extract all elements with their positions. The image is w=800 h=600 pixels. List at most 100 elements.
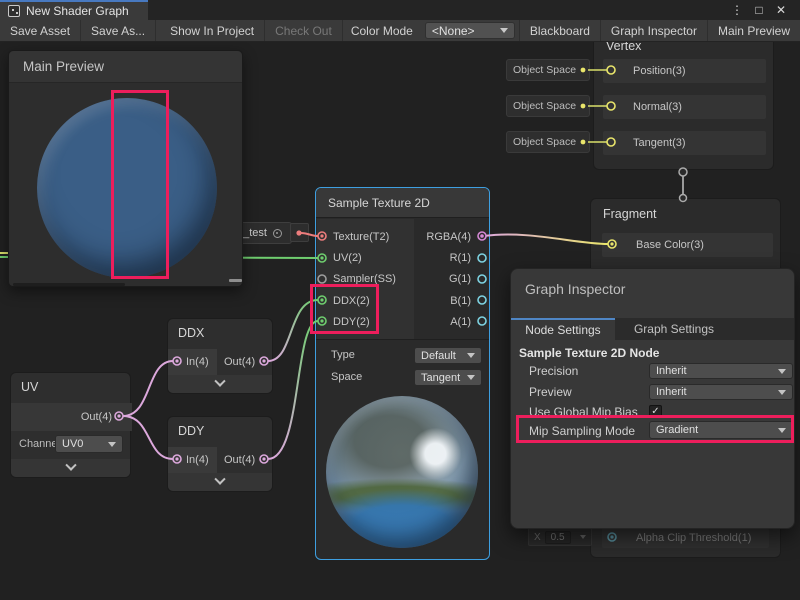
vertex-normal-label: Normal(3) (633, 101, 682, 113)
inspector-section-header: Sample Texture 2D Node (519, 346, 659, 360)
main-preview-toggle-button[interactable]: Main Preview (707, 20, 800, 41)
fragment-node-title: Fragment (591, 199, 780, 227)
st-output-b: B(1) (450, 295, 471, 307)
uv-out-label: Out(4) (81, 411, 112, 423)
preview-dropdown[interactable]: Inherit (649, 384, 793, 400)
vertex-node[interactable]: Vertex Position(3) Normal(3) Tangent(3) (593, 30, 774, 170)
preview-value: Inherit (656, 386, 687, 398)
main-preview-label: Main Preview (718, 24, 790, 38)
precision-dropdown[interactable]: Inherit (649, 363, 793, 379)
kebab-glyph: ⋮ (731, 3, 743, 17)
type-dropdown[interactable]: Default (414, 347, 482, 364)
chevron-down-icon (467, 353, 475, 358)
ddx-out-label: Out(4) (224, 356, 255, 368)
chevron-down-icon (778, 369, 786, 374)
uv-node-title: UV (11, 373, 130, 401)
preview-label: Preview (529, 385, 572, 399)
highlight-mip-sampling-row (516, 415, 794, 443)
ddy-in-label: In(4) (186, 454, 209, 466)
object-space-dropdown-3[interactable]: Object Space (506, 131, 590, 153)
graph-inspector-label: Graph Inspector (611, 24, 697, 38)
shader-graph-icon (8, 5, 20, 17)
color-mode-value: <None> (432, 24, 475, 38)
alpha-clip-float-input[interactable]: X 0.5 (528, 528, 592, 546)
space-dropdown[interactable]: Tangent (414, 369, 482, 386)
check-out-label: Check Out (275, 24, 332, 38)
tab-graph-settings-label: Graph Settings (634, 322, 714, 336)
highlight-preview-strip (111, 90, 169, 279)
main-preview-scrollbar[interactable] (13, 283, 125, 286)
base-color-label: Base Color(3) (636, 239, 704, 251)
sample-texture-2d-title: Sample Texture 2D (316, 188, 489, 218)
fragment-alphaclip-row: Alpha Clip Threshold(1) (602, 528, 769, 548)
object-space-label: Object Space (513, 100, 576, 112)
alpha-clip-label: Alpha Clip Threshold(1) (636, 532, 751, 544)
save-asset-button[interactable]: Save Asset (0, 20, 81, 41)
chevron-down-icon (580, 535, 586, 539)
uv-channel-dropdown[interactable]: UV0 (55, 435, 123, 453)
uv-out-row: Out(4) (11, 403, 132, 431)
exposed-property-icon (273, 229, 282, 238)
type-dropdown-value: Default (421, 350, 456, 362)
uv-collapse-button[interactable] (11, 459, 130, 477)
uv-channel-value: UV0 (62, 438, 83, 450)
ddy-in-box: In(4) (168, 447, 217, 473)
color-mode-text: Color Mode (351, 24, 413, 38)
tab-node-settings[interactable]: Node Settings (511, 318, 615, 340)
main-preview-resize-handle[interactable] (229, 279, 242, 282)
object-space-dropdown-1[interactable]: Object Space (506, 59, 590, 81)
highlight-ddx-ddy-ports (310, 284, 379, 334)
save-asset-label: Save Asset (10, 24, 70, 38)
vertex-position-label: Position(3) (633, 65, 686, 77)
show-in-project-label: Show In Project (170, 24, 254, 38)
vertex-port-row: Normal(3) (603, 95, 766, 119)
object-space-label: Object Space (513, 64, 576, 76)
ddx-node[interactable]: DDX In(4) Out(4) (167, 318, 273, 394)
object-space-dropdown-2[interactable]: Object Space (506, 95, 590, 117)
ddy-collapse-button[interactable] (168, 473, 272, 491)
ddx-node-title: DDX (168, 319, 272, 347)
toolbar: Save Asset Save As... Show In Project Ch… (0, 20, 800, 42)
sample-texture-2d-node[interactable]: Sample Texture 2D Texture(T2) UV(2) Samp… (315, 187, 490, 560)
object-space-label: Object Space (513, 136, 576, 148)
space-label: Space (331, 371, 362, 383)
vertex-port-row: Tangent(3) (603, 131, 766, 155)
save-as-label: Save As... (91, 24, 145, 38)
vertex-port-row: Position(3) (603, 59, 766, 83)
ddy-out-label: Out(4) (224, 454, 255, 466)
graph-inspector-panel[interactable]: Graph Inspector Node Settings Graph Sett… (510, 268, 795, 529)
inspector-tab-strip: Node Settings Graph Settings (511, 318, 794, 340)
maximize-icon[interactable]: □ (749, 0, 769, 20)
tab-node-settings-label: Node Settings (525, 323, 600, 337)
gtest-port-box[interactable] (290, 223, 309, 242)
tab-graph-settings[interactable]: Graph Settings (615, 318, 733, 340)
blackboard-label: Blackboard (530, 24, 590, 38)
ddx-in-box: In(4) (168, 349, 217, 375)
graph-inspector-toggle-button[interactable]: Graph Inspector (600, 20, 707, 41)
check-out-button: Check Out (265, 20, 343, 41)
float-x-value[interactable]: 0.5 (545, 531, 571, 544)
window-tab-bar: New Shader Graph ⋮ □ ✕ (0, 0, 800, 20)
fragment-basecolor-row: Base Color(3) (602, 233, 773, 257)
uv-channel-label: Channe (19, 438, 58, 450)
st-output-g: G(1) (449, 273, 471, 285)
ddx-collapse-button[interactable] (168, 375, 272, 393)
uv-node[interactable]: UV Out(4) Channe UV0 (10, 372, 131, 478)
chevron-down-icon (467, 375, 475, 380)
chevron-down-icon (214, 474, 225, 485)
document-tab[interactable]: New Shader Graph (0, 0, 148, 20)
save-as-button[interactable]: Save As... (81, 20, 156, 41)
wire-ddyout-ddy2[interactable] (268, 321, 318, 459)
color-mode-dropdown[interactable]: <None> (425, 22, 515, 39)
vertex-tangent-label: Tangent(3) (633, 137, 686, 149)
blackboard-toggle-button[interactable]: Blackboard (519, 20, 600, 41)
st-output-r: R(1) (450, 252, 471, 264)
chevron-down-icon (500, 28, 508, 33)
ddy-node[interactable]: DDY In(4) Out(4) (167, 416, 273, 492)
close-icon[interactable]: ✕ (771, 0, 791, 20)
kebab-menu-icon[interactable]: ⋮ (727, 0, 747, 20)
st-input-texture: Texture(T2) (333, 231, 389, 243)
divider (316, 339, 489, 340)
show-in-project-button[interactable]: Show In Project (160, 20, 265, 41)
st-input-uv: UV(2) (333, 252, 362, 264)
